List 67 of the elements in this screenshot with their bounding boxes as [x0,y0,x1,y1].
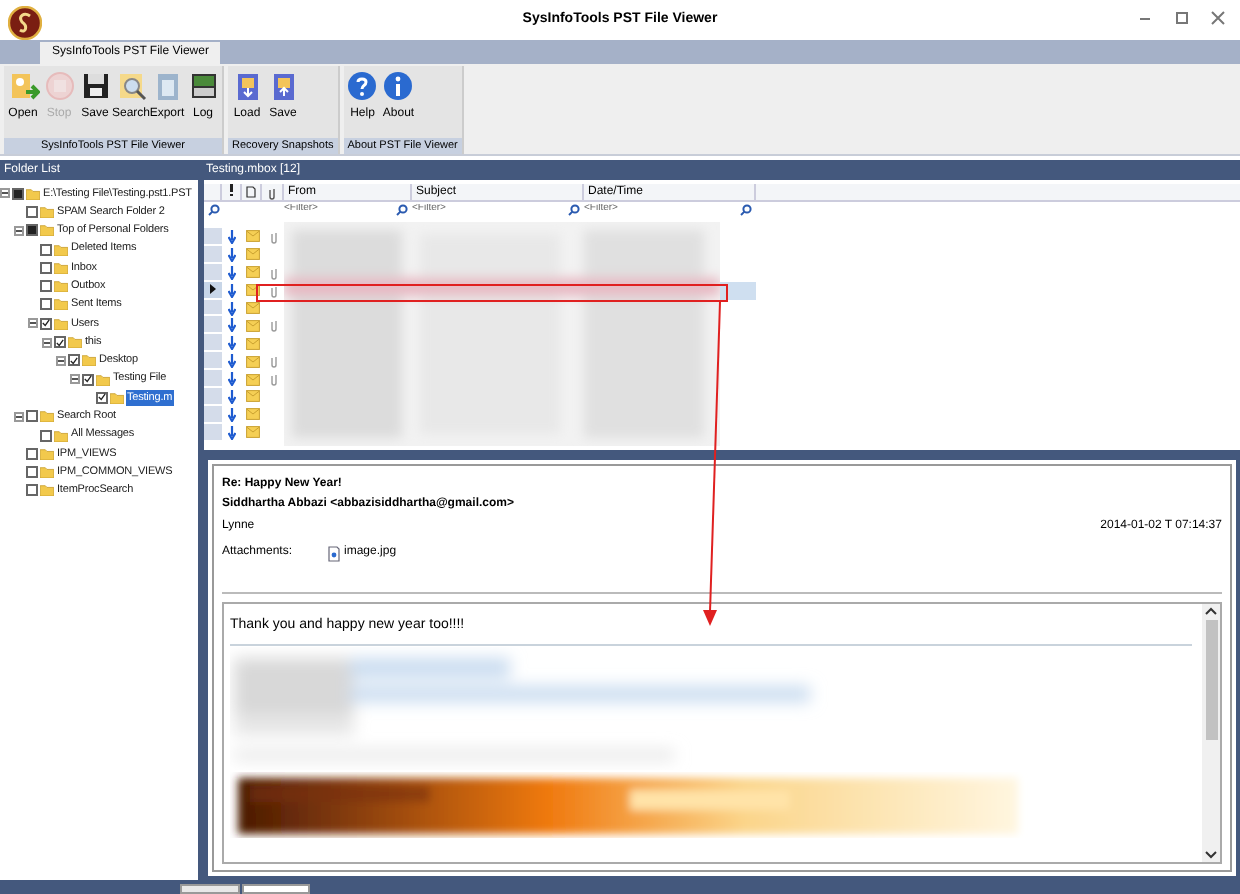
envelope-icon [245,390,259,403]
envelope-icon [245,337,259,350]
down-arrow-icon [228,283,236,298]
down-arrow-icon [228,425,236,440]
app-logo-icon [8,6,42,40]
scroll-up-icon[interactable] [1204,604,1218,620]
table-cell [720,281,756,300]
expander-icon[interactable] [0,188,10,199]
search-icon[interactable] [208,203,220,215]
expander-icon[interactable] [14,225,24,236]
expander-icon[interactable] [56,355,66,366]
help-icon [346,70,379,102]
image-file-icon [328,545,341,561]
paperclip-icon [268,185,276,199]
down-arrow-icon [228,318,236,333]
envelope-icon [245,230,259,243]
scrollbar[interactable] [1202,604,1220,862]
checkbox[interactable] [96,391,108,404]
checkbox[interactable] [26,410,38,423]
envelope-icon [245,248,259,261]
checkbox[interactable] [26,447,38,460]
document-icon [246,186,256,198]
checkbox[interactable] [40,317,52,330]
envelope-icon [245,426,259,439]
search-icon[interactable] [396,203,408,215]
envelope-icon [245,373,259,386]
search-icon [115,70,147,102]
envelope-icon [245,408,259,421]
down-arrow-icon [228,265,236,280]
expander-icon[interactable] [42,337,52,348]
envelope-icon [245,319,259,332]
checkbox[interactable] [40,280,52,293]
checkbox[interactable] [26,466,38,479]
expander-icon[interactable] [70,374,80,385]
envelope-icon [245,266,259,279]
bottom-tab[interactable] [242,884,310,894]
stop-icon [43,70,75,102]
open-file-icon [7,70,39,102]
down-arrow-icon [228,301,236,315]
info-icon [382,70,415,102]
down-arrow-icon [228,336,236,351]
checkbox[interactable] [54,336,66,349]
paperclip-icon [269,229,277,244]
search-icon[interactable] [568,203,580,215]
paperclip-icon [269,318,277,333]
expander-icon[interactable] [14,411,24,422]
down-arrow-icon [228,229,236,244]
row-pointer-icon [210,284,216,295]
down-arrow-icon [228,354,236,369]
checkbox[interactable] [40,298,52,311]
checkbox[interactable] [68,354,80,367]
envelope-icon [245,302,259,314]
envelope-icon [245,284,259,297]
checkbox[interactable] [40,429,52,441]
checkbox[interactable] [26,484,38,497]
search-icon[interactable] [740,203,752,215]
checkbox[interactable] [26,224,38,237]
down-arrow-icon [228,407,236,422]
checkbox[interactable] [82,373,94,386]
down-arrow-icon [228,247,236,262]
scroll-down-icon[interactable] [1204,846,1218,862]
checkbox[interactable] [40,261,52,274]
checkbox[interactable] [40,243,52,256]
expander-icon[interactable] [28,318,38,329]
checkbox[interactable] [12,187,24,200]
envelope-icon [245,355,259,368]
checkbox[interactable] [26,205,38,218]
